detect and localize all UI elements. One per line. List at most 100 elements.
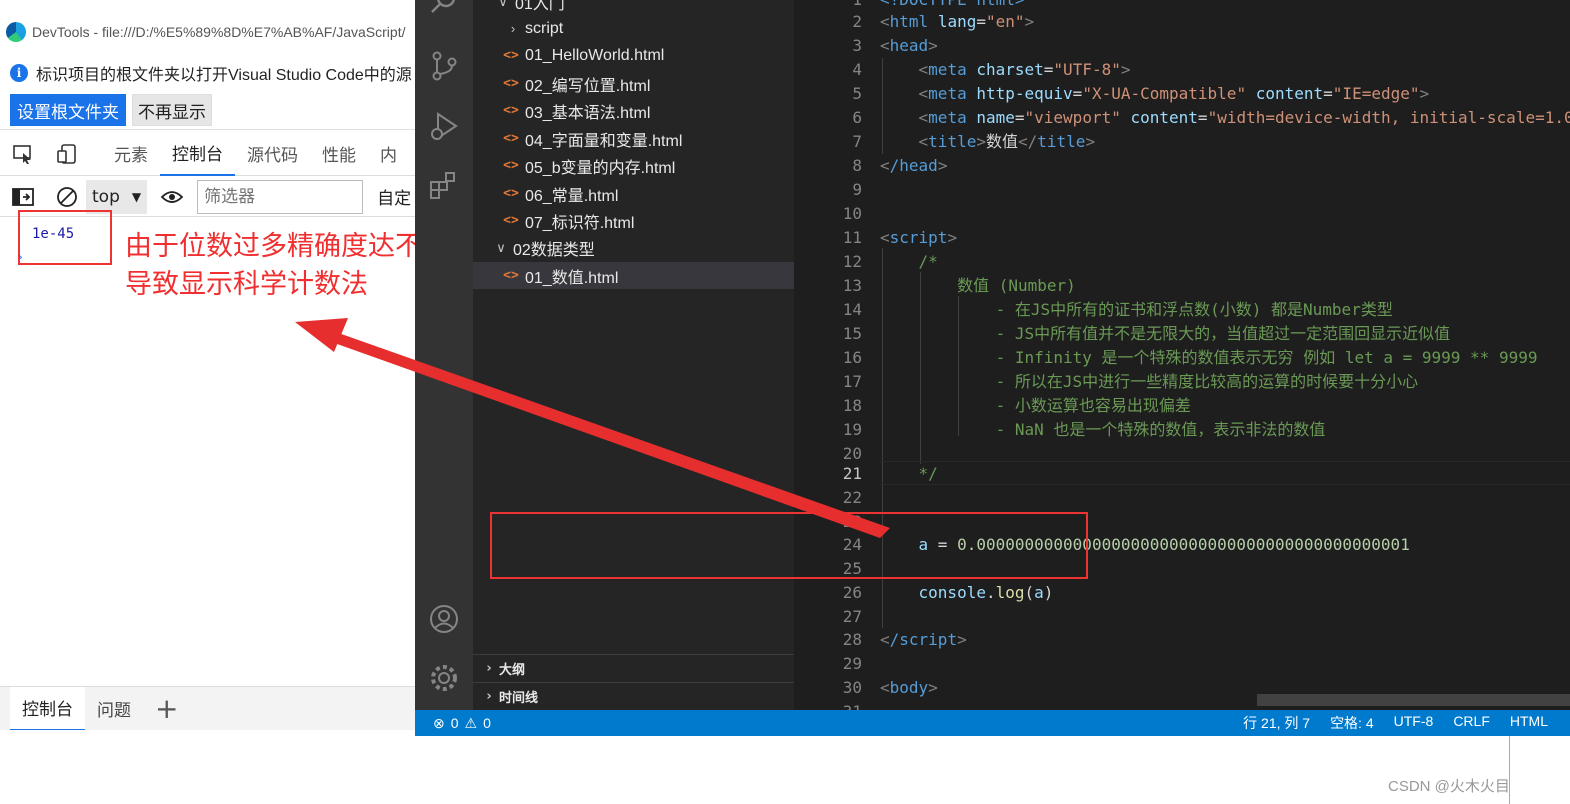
tag: body — [889, 678, 929, 697]
line-number: 6 — [852, 108, 862, 127]
inspect-element-icon[interactable] — [8, 139, 38, 169]
warning-icon: ⚠ — [464, 714, 478, 731]
line-number: 28 — [842, 630, 862, 649]
file-label: 01_HelloWorld.html — [525, 46, 665, 64]
folder-script[interactable]: › script — [473, 15, 794, 42]
folder-data-types[interactable]: ∨ 02数据类型 — [473, 234, 794, 261]
tag: title — [928, 132, 977, 151]
file-item-selected[interactable]: <> 01_数值.html — [473, 262, 794, 289]
tag: title — [1037, 132, 1086, 151]
cursor-position[interactable]: 行 21, 列 7 — [1243, 713, 1310, 733]
annotation-line-1: 由于位数过多精确度达不到 — [125, 231, 449, 262]
drawer-tab-console[interactable]: 控制台 — [10, 686, 85, 730]
settings-gear-icon[interactable] — [428, 662, 460, 694]
tab-console[interactable]: 控制台 — [160, 132, 235, 176]
html-file-icon: <> — [503, 213, 519, 228]
language-mode[interactable]: HTML — [1510, 713, 1548, 733]
context-value: top — [92, 186, 120, 207]
html-file-icon: <> — [503, 48, 519, 63]
chevron-right-icon: › — [486, 689, 492, 704]
status-bar: ⊗ 0 ⚠ 0 行 21, 列 7 空格: 4 UTF-8 CRLF HTML — [415, 710, 1570, 736]
devtools-tabbar: 元素 控制台 源代码 性能 内 — [0, 132, 416, 176]
string: "X-UA-Compatible" — [1082, 84, 1247, 103]
attr: content — [1130, 108, 1198, 127]
tag: meta — [928, 60, 967, 79]
error-icon: ⊗ — [433, 714, 445, 731]
line-number: 22 — [842, 488, 862, 507]
tag: meta — [928, 108, 967, 127]
string: "IE=edge" — [1332, 84, 1420, 103]
screenshot-stage: DevTools - file:///D:/%E5%89%8D%E7%AB%AF… — [0, 0, 1570, 804]
dont-show-again-button[interactable]: 不再显示 — [132, 94, 212, 126]
line-number: 8 — [852, 156, 862, 175]
error-count: 0 — [450, 715, 459, 731]
comment: - 所以在JS中进行一些精度比较高的运算的时候要十分小心 — [995, 372, 1419, 391]
file-item[interactable]: <> 01_HelloWorld.html — [473, 42, 794, 69]
context-selector[interactable]: top ▼ — [86, 179, 148, 214]
comment: - JS中所有值并不是无限大的，当值超过一定范围回显示近似值 — [995, 324, 1451, 343]
folder-label: 01入门 — [515, 0, 565, 13]
html-file-icon: <> — [503, 186, 519, 201]
devtools-titlebar: DevTools - file:///D:/%E5%89%8D%E7%AB%AF… — [0, 14, 416, 50]
line-number: 4 — [852, 60, 862, 79]
extensions-icon[interactable] — [428, 170, 460, 202]
attr: charset — [976, 60, 1044, 79]
indentation[interactable]: 空格: 4 — [1330, 713, 1374, 733]
tab-elements[interactable]: 元素 — [102, 132, 160, 176]
line-number: 15 — [842, 324, 862, 343]
folder-intro[interactable]: ∨ 01入门 — [473, 0, 794, 15]
timeline-section[interactable]: › 时间线 — [473, 682, 794, 710]
line-number: 17 — [842, 372, 862, 391]
file-item[interactable]: <> 07_标识符.html — [473, 207, 794, 234]
root-folder-infobar: i 标识项目的根文件夹以打开Visual Studio Code中的源 设置根文… — [0, 58, 416, 130]
horizontal-scrollbar[interactable] — [1257, 694, 1570, 706]
encoding[interactable]: UTF-8 — [1394, 713, 1434, 733]
filter-input[interactable] — [197, 179, 364, 214]
clear-console-icon[interactable] — [52, 182, 82, 212]
html-file-icon: <> — [503, 158, 519, 173]
line-number: 3 — [852, 36, 862, 55]
line-number: 14 — [842, 300, 862, 319]
problems-indicator[interactable]: ⊗ 0 ⚠ 0 — [433, 715, 491, 732]
attr: content — [1255, 84, 1324, 103]
search-icon[interactable] — [428, 0, 460, 18]
file-label: 04_字面量和变量.html — [525, 132, 683, 150]
chevron-down-icon: ∨ — [496, 239, 506, 255]
end-of-line[interactable]: CRLF — [1453, 713, 1490, 733]
file-item[interactable]: <> 06_常量.html — [473, 180, 794, 207]
set-root-folder-button[interactable]: 设置根文件夹 — [10, 94, 126, 126]
outline-section[interactable]: › 大纲 — [473, 654, 794, 682]
source-control-icon[interactable] — [428, 50, 460, 82]
account-icon[interactable] — [428, 603, 460, 635]
drawer-tabbar: 控制台 问题 + — [0, 686, 416, 730]
tab-sources[interactable]: 源代码 — [235, 132, 310, 176]
add-tab-icon[interactable]: + — [155, 694, 178, 723]
line-number-current: 21 — [842, 464, 862, 483]
tab-performance[interactable]: 性能 — [310, 132, 368, 176]
device-emulation-icon[interactable] — [52, 139, 82, 169]
warning-count: 0 — [483, 715, 491, 731]
live-expression-eye-icon[interactable] — [157, 182, 187, 212]
chevron-down-icon: ∨ — [498, 0, 508, 9]
log-levels-dropdown[interactable]: 自定 — [377, 184, 411, 209]
comment: - 小数运算也容易出现偏差 — [995, 396, 1191, 415]
annotation-line-2: 导致显示科学计数法 — [125, 269, 368, 300]
string: "en" — [985, 12, 1025, 31]
html-file-icon: <> — [503, 103, 519, 118]
file-item[interactable]: <> 05_b变量的内存.html — [473, 152, 794, 179]
file-item[interactable]: <> 03_基本语法.html — [473, 97, 794, 124]
tag: script — [889, 228, 948, 247]
drawer-tab-issues[interactable]: 问题 — [85, 687, 143, 731]
console-highlight-box — [18, 210, 112, 265]
file-label: 02_编写位置.html — [525, 77, 651, 95]
code-highlight-box — [490, 512, 1088, 579]
file-item[interactable]: <> 04_字面量和变量.html — [473, 125, 794, 152]
code-editor[interactable]: 1<!DOCTYPE html> 2<html lang="en"> 3<hea… — [794, 0, 1570, 721]
line-number: 12 — [842, 252, 862, 271]
run-debug-icon[interactable] — [428, 110, 460, 142]
attr: http-equiv — [976, 84, 1073, 103]
attr: name — [976, 108, 1015, 127]
show-sidebar-icon[interactable] — [8, 182, 38, 212]
tab-memory[interactable]: 内 — [368, 132, 409, 176]
file-item[interactable]: <> 02_编写位置.html — [473, 70, 794, 97]
